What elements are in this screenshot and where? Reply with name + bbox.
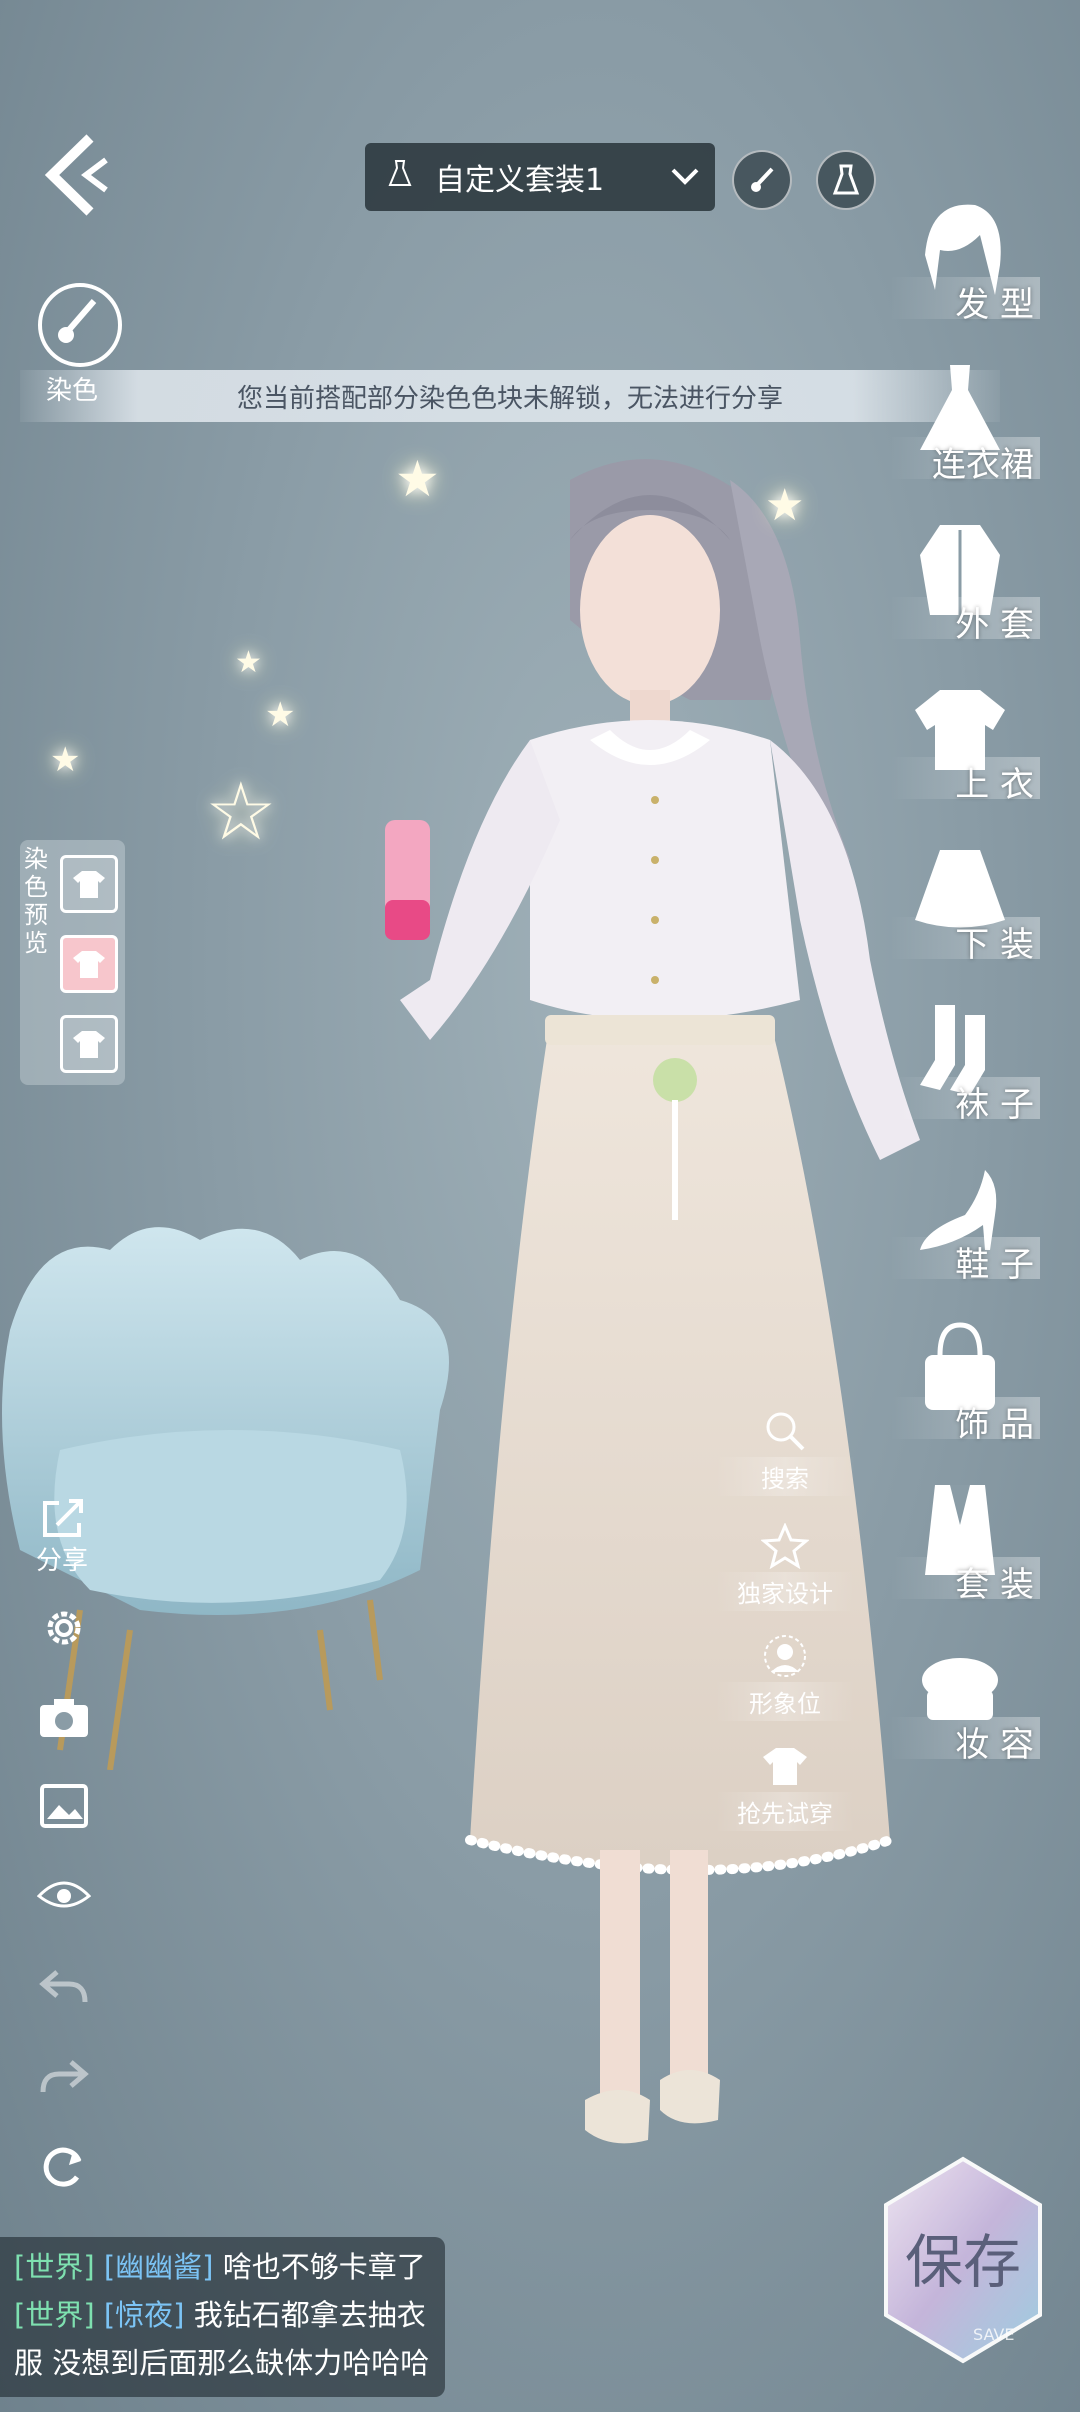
chat-message: 服 没想到后面那么缺体力哈哈哈 <box>14 2339 431 2387</box>
redo-button[interactable] <box>36 2048 92 2104</box>
image-icon <box>40 1784 88 1828</box>
settings-button[interactable] <box>36 1600 92 1656</box>
chat-text: 啥也不够卡章了 <box>222 2250 426 2284</box>
chat-channel: [世界] <box>14 2250 95 2284</box>
tshirt-icon <box>73 871 105 898</box>
exclusive-design-button[interactable]: 独家设计 <box>715 1520 855 1611</box>
category-label: 妆 容 <box>890 1717 1040 1765</box>
hide-ui-button[interactable] <box>36 1866 92 1922</box>
category-label: 下 装 <box>890 917 1040 965</box>
category-top[interactable]: 上 衣 <box>890 675 1040 825</box>
portrait-icon <box>764 1635 806 1677</box>
category-hair[interactable]: 发 型 <box>890 195 1040 345</box>
category-label: 连衣裙 <box>890 437 1040 485</box>
chat-message: [世界] [惊夜] 我钻石都拿去抽衣 <box>14 2291 431 2339</box>
brush-toggle-button[interactable] <box>732 150 792 210</box>
reset-button[interactable] <box>36 2138 92 2194</box>
camera-button[interactable] <box>36 1690 92 1746</box>
early-try-on-label: 抢先试穿 <box>715 1792 855 1831</box>
dye-swatch-1[interactable] <box>60 855 118 913</box>
gallery-button[interactable] <box>36 1778 92 1834</box>
share-label: 分享 <box>36 1546 89 1576</box>
category-label: 套 装 <box>890 1557 1040 1605</box>
palette-brush-icon <box>58 299 97 343</box>
redo-icon <box>40 2060 89 2093</box>
sparkle-star-icon: ★ <box>765 480 805 531</box>
character-model[interactable] <box>330 440 970 2160</box>
category-socks[interactable]: 袜 子 <box>890 995 1040 1145</box>
tshirt-icon <box>73 951 105 978</box>
star-icon <box>761 1523 809 1569</box>
sparkle-star-icon: ☆ <box>205 765 277 858</box>
dye-swatch-3[interactable] <box>60 1015 118 1073</box>
chat-sender[interactable]: [幽幽酱] <box>104 2250 214 2284</box>
portrait-slot-label: 形象位 <box>715 1682 855 1721</box>
brush-icon <box>751 167 774 192</box>
category-suit[interactable]: 套 装 <box>890 1475 1040 1625</box>
category-shoes[interactable]: 鞋 子 <box>890 1155 1040 1305</box>
category-dress[interactable]: 连衣裙 <box>890 355 1040 505</box>
exclusive-design-label: 独家设计 <box>715 1572 855 1611</box>
camera-icon <box>40 1699 88 1737</box>
category-coat[interactable]: 外 套 <box>890 515 1040 665</box>
category-label: 袜 子 <box>890 1077 1040 1125</box>
dye-preview-label: 染色预览 <box>24 845 48 957</box>
category-label: 上 衣 <box>890 757 1040 805</box>
save-button[interactable]: 保存 SAVE <box>878 2155 1048 2365</box>
chat-message: [世界] [幽幽酱] 啥也不够卡章了 <box>14 2243 431 2291</box>
outfit-selector[interactable]: 自定义套装1 <box>365 143 715 211</box>
dress-small-icon <box>365 159 435 195</box>
category-makeup[interactable]: 妆 容 <box>890 1635 1040 1785</box>
category-label: 发 型 <box>890 277 1040 325</box>
category-label: 外 套 <box>890 597 1040 645</box>
undo-icon <box>39 1970 88 2003</box>
notice-text: 您当前搭配部分染色色块未解锁，无法进行分享 <box>236 383 783 414</box>
search-label: 搜索 <box>715 1457 855 1496</box>
sparkle-star-icon: ★ <box>395 450 440 508</box>
dress-toggle-button[interactable] <box>816 150 876 210</box>
chat-channel: [世界] <box>14 2298 95 2332</box>
gear-icon <box>47 1611 81 1645</box>
world-chat-panel[interactable]: [世界] [幽幽酱] 啥也不够卡章了 [世界] [惊夜] 我钻石都拿去抽衣 服 … <box>0 2237 445 2397</box>
outfit-name: 自定义套装1 <box>435 163 605 198</box>
sparkle-star-icon: ★ <box>265 695 296 735</box>
chat-text: 我钻石都拿去抽衣 <box>193 2298 426 2332</box>
sparkle-star-icon: ★ <box>235 645 262 680</box>
tshirt-icon <box>73 1031 105 1058</box>
search-button[interactable]: 搜索 <box>715 1405 855 1496</box>
undo-button[interactable] <box>36 1958 92 2014</box>
dye-swatch-2[interactable] <box>60 935 118 993</box>
category-label: 鞋 子 <box>890 1237 1040 1285</box>
sparkle-star-icon: ★ <box>50 740 81 780</box>
dye-label: 染色 <box>46 376 99 406</box>
chat-text: 服 没想到后面那么缺体力哈哈哈 <box>14 2346 430 2380</box>
share-locked-notice: 您当前搭配部分染色色块未解锁，无法进行分享 <box>20 370 1000 422</box>
chevron-down-icon <box>655 160 715 195</box>
eye-icon <box>37 1881 91 1908</box>
dye-button[interactable] <box>38 283 122 367</box>
save-sub-label: SAVE <box>973 2325 1015 2344</box>
share-icon <box>43 1499 83 1537</box>
search-icon <box>766 1412 805 1451</box>
dress-icon <box>832 164 860 195</box>
save-label: 保存 <box>904 2228 1021 2296</box>
chat-sender[interactable]: [惊夜] <box>104 2298 185 2332</box>
back-button[interactable] <box>40 130 110 220</box>
tshirt-icon <box>763 1748 807 1785</box>
share-button[interactable] <box>36 1490 92 1546</box>
back-arrow-icon <box>44 134 108 216</box>
refresh-icon <box>43 2147 82 2187</box>
portrait-slot-button[interactable]: 形象位 <box>715 1630 855 1721</box>
category-bottom[interactable]: 下 装 <box>890 835 1040 985</box>
category-accessories[interactable]: 饰 品 <box>890 1315 1040 1465</box>
category-label: 饰 品 <box>890 1397 1040 1445</box>
early-try-on-button[interactable]: 抢先试穿 <box>715 1740 855 1831</box>
